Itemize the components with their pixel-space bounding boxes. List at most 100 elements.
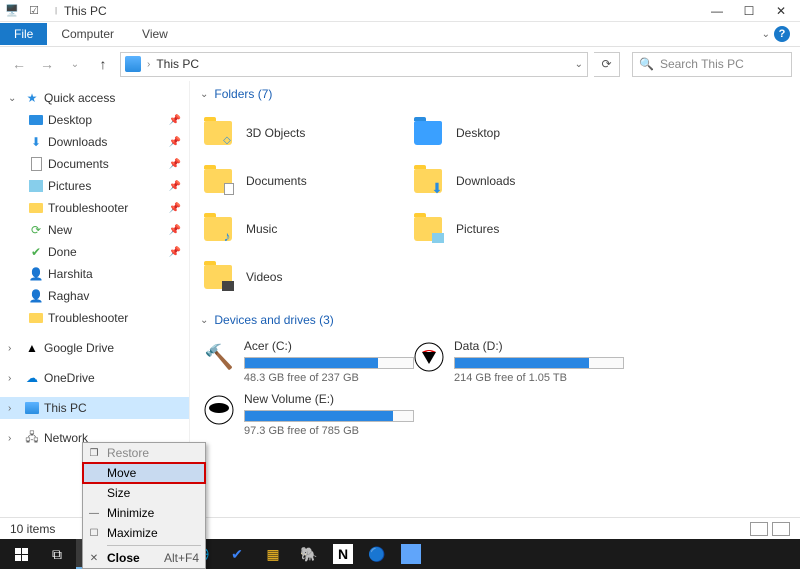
tab-file[interactable]: File [0,23,47,45]
title-bar: 🖥️ ☑ | This PC — ☐ ✕ [0,0,800,22]
cloud-icon: ☁ [24,370,40,386]
folder-pictures[interactable]: Pictures [410,205,620,253]
taskbar-evernote[interactable]: 🐘 [292,539,326,569]
folder-icon [28,310,44,326]
pin-icon: 📌 [169,115,181,126]
view-large-button[interactable] [772,522,790,536]
search-placeholder: Search This PC [660,57,744,71]
chevron-right-icon[interactable]: › [8,433,20,444]
pin-icon: 📌 [169,159,181,170]
back-button[interactable]: ← [8,53,30,75]
drive-e[interactable]: New Volume (E:) 97.3 GB free of 785 GB [200,388,410,441]
nav-this-pc[interactable]: ›This PC [0,397,189,419]
pin-icon: 📌 [169,181,181,192]
chevron-right-icon[interactable]: › [8,373,20,384]
folder-videos[interactable]: Videos [200,253,410,301]
nav-quick-access[interactable]: ⌄ ★ Quick access [0,87,189,109]
chevron-down-icon[interactable]: ⌄ [200,89,208,100]
chevron-down-icon[interactable]: ⌄ [8,93,20,104]
network-icon: 🖧 [24,430,40,446]
up-button[interactable]: ↑ [92,53,114,75]
window-title: This PC [64,4,107,18]
folder-icon [28,200,44,216]
nav-troubleshooter[interactable]: Troubleshooter📌 [0,197,189,219]
nav-raghav[interactable]: 👤Raghav [0,285,189,307]
maximize-button[interactable]: ☐ [742,4,756,18]
address-bar-row: ← → ⌄ ↑ › This PC ⌄ ⟳ 🔍 Search This PC [0,47,800,81]
forward-button: → [36,53,58,75]
close-button[interactable]: ✕ [774,4,788,18]
drive-icon: 🔨 [204,339,234,375]
desktop-icon [414,121,442,145]
properties-icon[interactable]: ☑ [26,3,42,19]
pin-icon: 📌 [169,247,181,258]
check-icon: ✔ [28,244,44,260]
taskbar-yellow[interactable]: ▦ [256,539,290,569]
usage-bar [454,357,624,369]
search-box[interactable]: 🔍 Search This PC [632,52,792,77]
menu-minimize[interactable]: —Minimize [83,503,205,523]
chevron-right-icon[interactable]: › [8,343,20,354]
recent-dropdown[interactable]: ⌄ [64,53,86,75]
star-icon: ★ [24,90,40,106]
menu-close[interactable]: ✕CloseAlt+F4 [83,548,205,568]
folder-icon: 👤 [28,266,44,282]
nav-troubleshooter2[interactable]: Troubleshooter [0,307,189,329]
taskbar-notion[interactable]: N [333,544,353,564]
nav-desktop[interactable]: Desktop📌 [0,109,189,131]
usage-bar [244,410,414,422]
tab-computer[interactable]: Computer [47,23,128,45]
nav-new[interactable]: ⟳New📌 [0,219,189,241]
minimize-button[interactable]: — [710,4,724,18]
folder-documents[interactable]: Documents [200,157,410,205]
tab-view[interactable]: View [128,23,182,45]
menu-move[interactable]: Move [83,463,205,483]
folder-icon: 👤 [28,288,44,304]
app-icon: 🖥️ [4,3,20,19]
drive-d[interactable]: Data (D:) 214 GB free of 1.05 TB [410,335,620,388]
dropdown-icon[interactable]: | [48,3,64,19]
nav-onedrive[interactable]: ›☁OneDrive [0,367,189,389]
nav-google-drive[interactable]: ›▲Google Drive [0,337,189,359]
nav-pictures[interactable]: Pictures📌 [0,175,189,197]
folder-desktop[interactable]: Desktop [410,109,620,157]
address-dropdown-icon[interactable]: ⌄ [575,59,583,70]
folder-3d-objects[interactable]: ◇3D Objects [200,109,410,157]
nav-documents[interactable]: Documents📌 [0,153,189,175]
this-pc-icon [24,400,40,416]
close-icon: ✕ [87,553,101,564]
nav-done[interactable]: ✔Done📌 [0,241,189,263]
usage-bar [244,357,414,369]
menu-size[interactable]: Size [83,483,205,503]
task-view-button[interactable]: ⧉ [40,539,74,569]
search-icon: 🔍 [639,57,654,71]
group-header-drives[interactable]: ⌄ Devices and drives (3) [200,313,790,327]
view-details-button[interactable] [750,522,768,536]
content-pane: ⌄ Folders (7) ◇3D Objects Desktop Docume… [190,81,800,529]
drive-c[interactable]: 🔨 Acer (C:) 48.3 GB free of 237 GB [200,335,410,388]
chevron-right-icon[interactable]: › [8,403,20,414]
nav-downloads[interactable]: ⬇Downloads📌 [0,131,189,153]
menu-maximize[interactable]: ☐Maximize [83,523,205,543]
google-drive-icon: ▲ [24,340,40,356]
ribbon-collapse-icon[interactable]: ⌄ [762,29,770,40]
taskbar-app[interactable] [401,544,421,564]
address-bar[interactable]: › This PC ⌄ [120,52,588,77]
group-header-folders[interactable]: ⌄ Folders (7) [200,87,790,101]
folder-music[interactable]: ♪Music [200,205,410,253]
refresh-button[interactable]: ⟳ [594,52,620,77]
help-icon[interactable]: ? [774,26,790,42]
start-button[interactable] [4,539,38,569]
folder-downloads[interactable]: ⬇Downloads [410,157,620,205]
downloads-icon: ⬇ [28,134,44,150]
taskbar-todo[interactable]: ✔ [220,539,254,569]
this-pc-icon [125,56,141,72]
chevron-down-icon[interactable]: ⌄ [200,315,208,326]
pictures-icon [28,178,44,194]
taskbar-chrome[interactable]: 🔵 [360,539,394,569]
menu-restore: ❐Restore [83,443,205,463]
breadcrumb[interactable]: This PC [156,57,199,71]
documents-icon [28,156,44,172]
nav-harshita[interactable]: 👤Harshita [0,263,189,285]
drive-icon [204,392,234,428]
